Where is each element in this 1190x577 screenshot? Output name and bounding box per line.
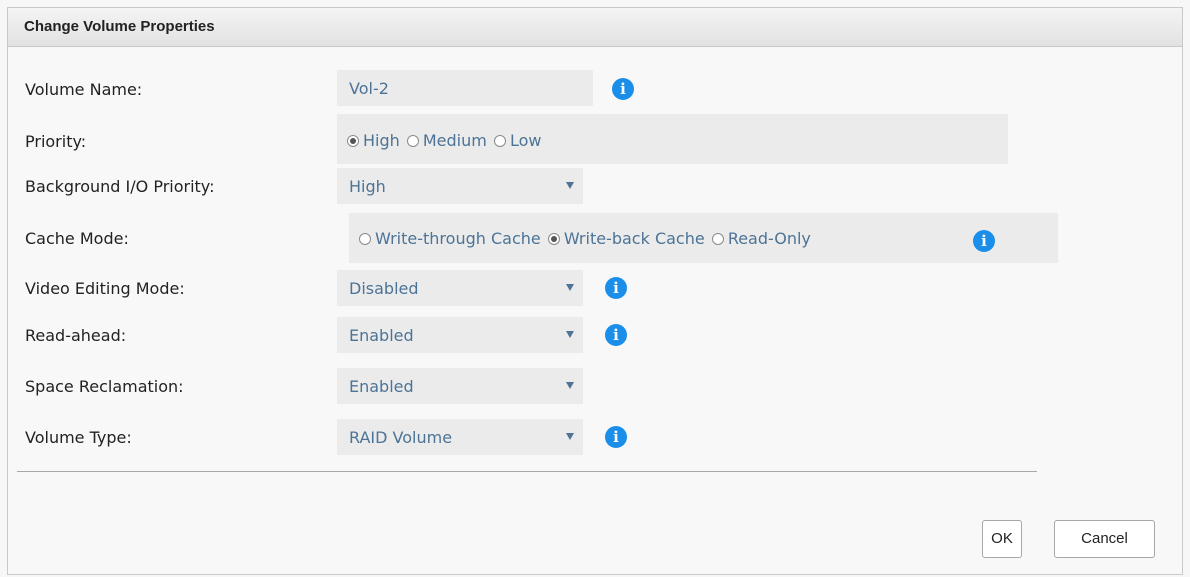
change-volume-properties-dialog: Change Volume Properties Volume Name: Vo… xyxy=(7,7,1183,575)
volume-type-label: Volume Type: xyxy=(25,428,132,447)
priority-label: Priority: xyxy=(25,132,87,151)
priority-low-label: Low xyxy=(509,131,542,150)
dropdown-arrow-icon xyxy=(566,331,574,338)
video-editing-info-icon[interactable]: i xyxy=(605,277,627,299)
priority-radio-group: High Medium Low xyxy=(337,114,1008,164)
video-editing-select[interactable]: Disabled xyxy=(337,270,583,306)
cache-mode-info-icon[interactable]: i xyxy=(973,230,995,252)
dropdown-arrow-icon xyxy=(566,182,574,189)
dropdown-arrow-icon xyxy=(566,433,574,440)
bg-io-priority-select[interactable]: High xyxy=(337,168,583,204)
dialog-title: Change Volume Properties xyxy=(24,18,215,35)
volume-name-info-icon[interactable]: i xyxy=(612,78,634,100)
radio-unchecked-icon[interactable] xyxy=(493,135,506,147)
cache-read-only-label: Read-Only xyxy=(727,229,811,248)
read-ahead-value: Enabled xyxy=(349,326,414,345)
cache-write-through-label: Write-through Cache xyxy=(375,229,541,248)
priority-high-label: High xyxy=(363,131,400,150)
priority-medium-label: Medium xyxy=(422,131,487,150)
radio-unchecked-icon[interactable] xyxy=(711,233,724,245)
read-ahead-select[interactable]: Enabled xyxy=(337,317,583,353)
priority-low-option[interactable]: Low xyxy=(493,131,542,150)
cache-read-only-option[interactable]: Read-Only xyxy=(711,229,811,248)
video-editing-value: Disabled xyxy=(349,279,419,298)
bg-io-priority-label: Background I/O Priority: xyxy=(25,177,215,196)
radio-checked-icon[interactable] xyxy=(547,233,560,245)
space-reclamation-label: Space Reclamation: xyxy=(25,377,184,396)
volume-type-info-icon[interactable]: i xyxy=(605,426,627,448)
dropdown-arrow-icon xyxy=(566,382,574,389)
radio-unchecked-icon[interactable] xyxy=(359,233,371,245)
video-editing-label: Video Editing Mode: xyxy=(25,279,185,298)
ok-button[interactable]: OK xyxy=(982,520,1022,558)
bg-io-priority-value: High xyxy=(349,177,386,196)
dropdown-arrow-icon xyxy=(566,284,574,291)
read-ahead-label: Read-ahead: xyxy=(25,326,127,345)
radio-checked-icon[interactable] xyxy=(347,135,359,147)
volume-name-input[interactable]: Vol-2 xyxy=(337,70,593,106)
cache-write-through-option[interactable]: Write-through Cache xyxy=(359,229,541,248)
divider xyxy=(17,471,1037,472)
priority-high-option[interactable]: High xyxy=(347,131,400,150)
volume-type-value: RAID Volume xyxy=(349,428,453,447)
cache-mode-radio-group: Write-through Cache Write-back Cache Rea… xyxy=(349,213,1058,263)
volume-name-value: Vol-2 xyxy=(349,79,389,98)
cache-write-back-label: Write-back Cache xyxy=(563,229,705,248)
cache-write-back-option[interactable]: Write-back Cache xyxy=(547,229,705,248)
volume-type-select[interactable]: RAID Volume xyxy=(337,419,583,455)
radio-unchecked-icon[interactable] xyxy=(406,135,419,147)
space-reclamation-select[interactable]: Enabled xyxy=(337,368,583,404)
dialog-titlebar: Change Volume Properties xyxy=(8,8,1182,47)
cache-mode-label: Cache Mode: xyxy=(25,229,129,248)
volume-name-label: Volume Name: xyxy=(25,80,143,99)
space-reclamation-value: Enabled xyxy=(349,377,414,396)
priority-medium-option[interactable]: Medium xyxy=(406,131,487,150)
read-ahead-info-icon[interactable]: i xyxy=(605,324,627,346)
cancel-button[interactable]: Cancel xyxy=(1054,520,1155,558)
